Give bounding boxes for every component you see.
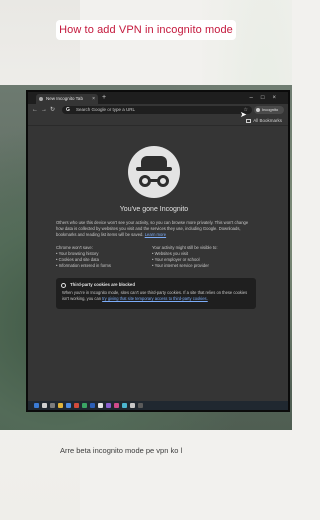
excel-icon[interactable] — [82, 403, 87, 408]
incognito-tab-icon — [39, 97, 43, 101]
monitor-screen: New Incognito Tab × + –□× ← → ↻ G Search… — [26, 90, 290, 412]
incognito-logo-icon — [128, 146, 180, 198]
all-bookmarks-label: All Bookmarks — [253, 118, 282, 123]
search-icon[interactable] — [42, 403, 47, 408]
incognito-new-tab-page: You've gone Incognito Others who use thi… — [28, 126, 288, 401]
page-title: You've gone Incognito — [119, 206, 189, 213]
all-bookmarks-button[interactable]: All Bookmarks — [246, 116, 282, 126]
list-item: Information entered in forms — [56, 263, 156, 269]
tab-bar: New Incognito Tab × + –□× — [28, 92, 288, 104]
cookie-access-link[interactable]: try giving that site temporary access to… — [102, 296, 208, 301]
app-icon[interactable] — [122, 403, 127, 408]
cookie-title: Third-party cookies are blocked — [70, 282, 135, 287]
chrome-wont-save-list: Chrome won't save: Your browsing history… — [56, 245, 156, 269]
google-icon: G — [66, 107, 70, 113]
address-placeholder: Search Google or type a URL — [76, 107, 136, 112]
back-button[interactable]: ← — [32, 104, 38, 116]
tab-incognito[interactable]: New Incognito Tab × — [36, 94, 98, 104]
close-icon[interactable]: × — [92, 94, 95, 104]
incognito-icon — [256, 108, 260, 112]
cursor-icon: ➤ — [240, 110, 247, 119]
intro-text: Others who use this device won't see you… — [56, 220, 256, 238]
logo-glass-right — [157, 175, 169, 187]
app-icon[interactable] — [106, 403, 111, 408]
cookie-icon — [61, 283, 66, 288]
learn-more-link[interactable]: Learn more — [145, 232, 166, 237]
tab-label: New Incognito Tab — [46, 96, 83, 101]
address-bar[interactable]: G Search Google or type a URL ☆ — [62, 106, 252, 114]
folder-icon — [246, 118, 252, 123]
video-title: How to add VPN in incognito mode — [56, 20, 236, 40]
new-tab-button[interactable]: + — [102, 93, 106, 103]
taskbar-icons — [28, 401, 288, 410]
app-icon[interactable] — [138, 403, 143, 408]
bookmarks-bar: All Bookmarks — [28, 116, 288, 126]
cookie-body: When you're in Incognito mode, sites can… — [62, 290, 252, 301]
browser-toolbar: ← → ↻ G Search Google or type a URL ☆ In… — [28, 104, 288, 116]
incognito-profile-button[interactable]: Incognito — [254, 106, 284, 114]
word-icon[interactable] — [90, 403, 95, 408]
subtitle-caption: Arre beta incognito mode pe vpn ko l — [60, 446, 183, 455]
forward-button[interactable]: → — [41, 104, 47, 116]
activity-visible-list: Your activity might still be visible to:… — [152, 245, 252, 269]
chrome-icon[interactable] — [98, 403, 103, 408]
logo-brim — [136, 167, 172, 171]
task-view-icon[interactable] — [50, 403, 55, 408]
reload-button[interactable]: ↻ — [50, 104, 55, 116]
incognito-chip-label: Incognito — [262, 107, 279, 112]
start-icon[interactable] — [34, 403, 39, 408]
windows-taskbar — [28, 401, 288, 410]
office-icon[interactable] — [74, 403, 79, 408]
file-explorer-icon[interactable] — [58, 403, 63, 408]
third-party-cookies-card: Third-party cookies are blocked When you… — [56, 278, 256, 309]
list-item: Your internet service provider — [152, 263, 252, 269]
edge-icon[interactable] — [66, 403, 71, 408]
app-icon[interactable] — [130, 403, 135, 408]
window-controls[interactable]: –□× — [250, 93, 284, 103]
app-icon[interactable] — [114, 403, 119, 408]
